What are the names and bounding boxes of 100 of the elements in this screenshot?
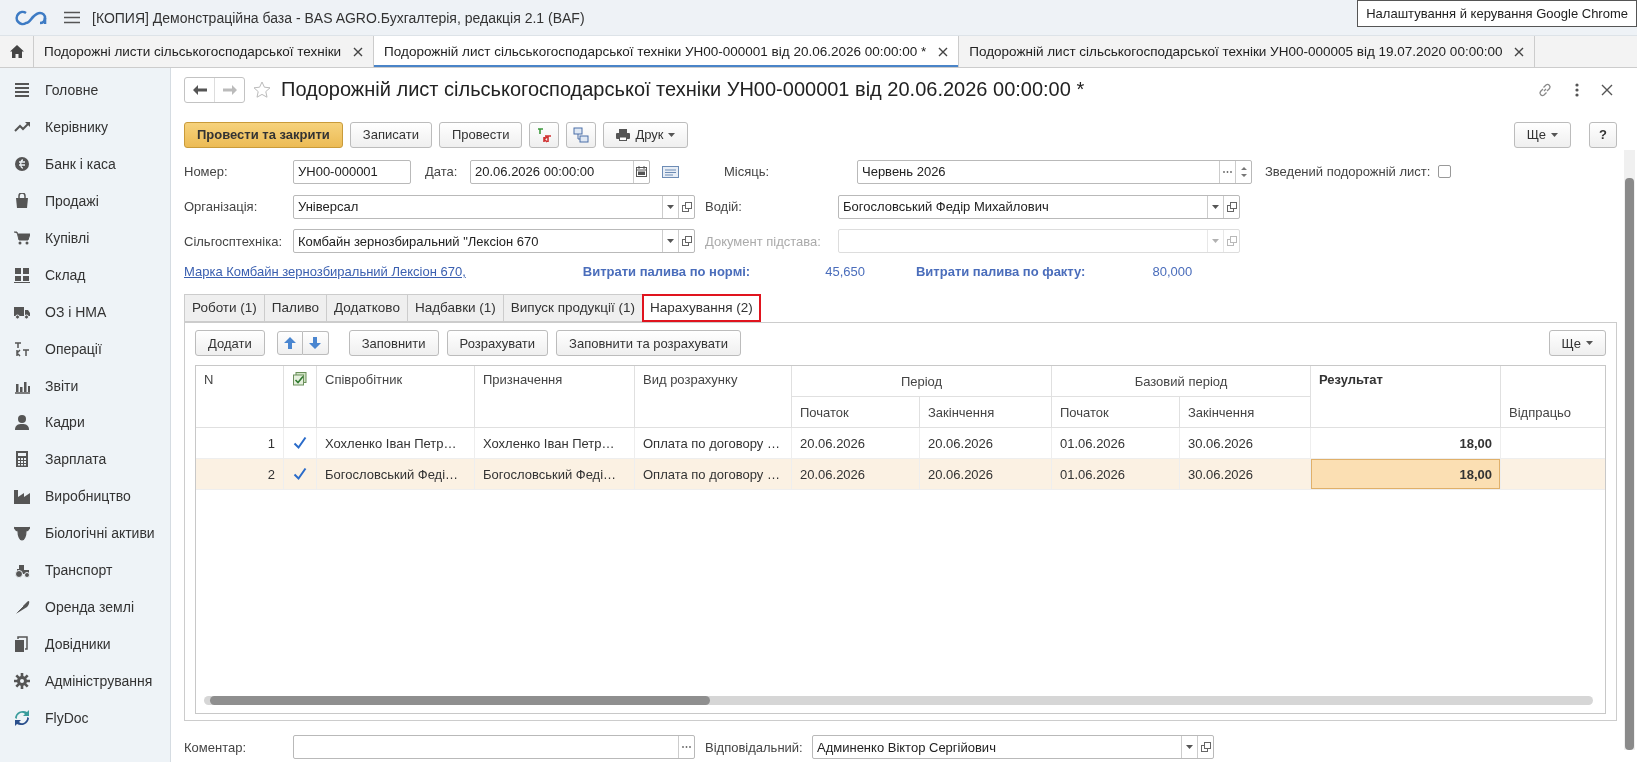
open-button[interactable] (678, 195, 694, 218)
list-icon[interactable] (662, 165, 679, 178)
sidebar-item[interactable]: Довідники (45, 635, 111, 652)
calendar-icon (636, 166, 647, 178)
tab[interactable]: Роботи (1) (184, 293, 264, 323)
down-arrow-icon (309, 337, 322, 350)
fill-calculate-button[interactable]: Заповнити та розрахувати (556, 330, 741, 357)
sidebar-item[interactable]: ОЗ і НМА (45, 303, 107, 320)
sidebar-item[interactable]: Біологічні активи (45, 525, 155, 542)
toolbar-button[interactable]: Провести (438, 121, 523, 148)
table-cell: Богословський Феді… (475, 459, 635, 491)
sidebar-item[interactable]: Продажі (45, 193, 99, 210)
sidebar-item[interactable]: Адміністрування (45, 672, 153, 689)
move-up-button[interactable] (276, 331, 303, 356)
spin-arrows-icon (1240, 165, 1247, 178)
tab[interactable]: Паливо (263, 293, 326, 323)
column-header[interactable]: Вид розрахунку (635, 366, 792, 429)
move-down-button[interactable] (302, 331, 329, 356)
select-button[interactable] (678, 736, 694, 759)
add-button[interactable]: Додати (195, 330, 265, 357)
machine-field[interactable]: Комбайн зернозбиральний "Лексіон 670 (293, 229, 695, 254)
coin-icon (14, 156, 30, 173)
scrollbar[interactable] (1624, 150, 1635, 750)
post-close-button[interactable]: Провести та закрити (184, 121, 343, 148)
open-button[interactable] (1197, 736, 1213, 759)
logo-icon (14, 9, 48, 26)
sidebar-item[interactable]: Зарплата (45, 451, 107, 468)
close-icon[interactable] (938, 46, 949, 57)
sidebar-item[interactable]: Банк і каса (45, 156, 116, 173)
help-button[interactable]: ? (1589, 121, 1617, 148)
open-button[interactable] (1223, 195, 1239, 218)
column-header[interactable]: Результат (1311, 366, 1501, 429)
open-button[interactable] (678, 230, 694, 253)
tab[interactable]: Надбавки (1) (406, 293, 503, 323)
caret-icon (1212, 204, 1219, 209)
sidebar-item[interactable]: Склад (45, 266, 86, 283)
number-field[interactable]: УН00-000001 (293, 159, 411, 184)
link-icon[interactable] (1537, 81, 1553, 98)
sync-icon (14, 709, 30, 726)
close-icon[interactable] (1601, 83, 1613, 96)
sidebar-item[interactable]: Звіти (45, 377, 79, 394)
sidebar-item[interactable]: Транспорт (45, 562, 113, 578)
home-icon[interactable] (9, 45, 24, 58)
document-tab[interactable]: Подорожній лист сільськогосподарської техніки УН00-000001 від 20.06.2026 00:00:00 * (374, 36, 960, 67)
dots-icon (682, 746, 691, 749)
column-header[interactable]: N (196, 366, 284, 429)
column-header[interactable]: Співробітник (317, 366, 475, 429)
comment-field[interactable] (293, 735, 695, 760)
calendar-button[interactable] (633, 160, 649, 183)
sidebar-item[interactable]: Виробництво (45, 488, 131, 505)
driver-field[interactable]: Богословський Федір Михайлович (838, 194, 1240, 219)
tractor-icon (14, 562, 30, 578)
more-button[interactable]: Ще (1513, 121, 1572, 148)
brand-link[interactable]: Марка Комбайн зернозбиральний Лексіон 670, (184, 264, 466, 280)
close-icon[interactable] (353, 46, 364, 57)
more-icon[interactable] (1575, 82, 1579, 97)
table-cell: 01.06.2026 (1052, 459, 1180, 491)
checkbox[interactable] (293, 467, 307, 482)
sidebar-item[interactable]: FlyDoc (45, 709, 89, 726)
sidebar-item[interactable]: Головне (45, 82, 99, 99)
column-header[interactable]: Закінчення (920, 397, 1052, 429)
calculate-button[interactable]: Розрахувати (446, 330, 549, 357)
squares-icon (1200, 742, 1211, 753)
checkbox[interactable] (1438, 165, 1452, 179)
date-field[interactable]: 20.06.2026 00:00:00 (470, 159, 650, 184)
select-button[interactable] (1219, 160, 1235, 183)
more-button[interactable]: Ще (1548, 330, 1606, 357)
column-header[interactable]: Початок (1052, 397, 1180, 429)
column-header[interactable]: Призначення (475, 366, 635, 429)
organization-field[interactable]: Універсал (293, 194, 695, 219)
squares-icon (681, 201, 692, 212)
column-group-header[interactable]: Базовий період (1052, 366, 1311, 398)
column-header[interactable]: Початок (792, 397, 920, 429)
sidebar-item[interactable]: Операції (45, 340, 102, 357)
sidebar-item[interactable]: Керівнику (45, 119, 109, 136)
printer-icon (616, 128, 631, 141)
checkmark-icon[interactable] (293, 372, 307, 387)
close-icon[interactable] (1514, 46, 1525, 57)
table-cell: Оплата по договору … (635, 459, 792, 491)
column-group-header[interactable]: Період (792, 366, 1052, 398)
tab[interactable]: Додатково (326, 293, 407, 323)
menu-icon[interactable] (64, 11, 80, 24)
fill-button[interactable]: Заповнити (348, 330, 439, 357)
responsible-field[interactable]: Админенко Віктор Сергійович (812, 735, 1214, 760)
ledger-icon (14, 340, 30, 357)
checkbox[interactable] (293, 436, 307, 451)
table-cell: 30.06.2026 (1180, 459, 1311, 491)
sidebar-item[interactable]: Кадри (45, 414, 85, 431)
sidebar-item[interactable]: Купівлі (45, 230, 90, 246)
print-button[interactable]: Друк (603, 121, 689, 148)
column-header[interactable]: Закінчення (1180, 397, 1311, 429)
scrollbar[interactable] (204, 696, 1593, 706)
sidebar-item[interactable]: Оренда землі (45, 598, 134, 615)
ledger-button[interactable] (529, 121, 560, 148)
tab[interactable]: Нарахування (2) (642, 293, 761, 323)
month-field[interactable]: Червень 2026 (857, 159, 1252, 184)
toolbar-button[interactable]: Записати (349, 121, 432, 148)
field-label: Організація: (184, 199, 258, 215)
star-icon[interactable] (253, 80, 271, 99)
tab[interactable]: Випуск продукції (1) (502, 293, 642, 323)
